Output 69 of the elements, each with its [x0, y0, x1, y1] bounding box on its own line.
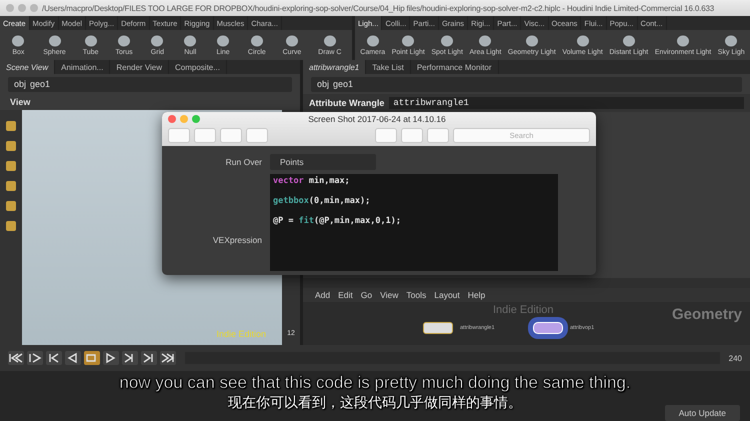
window-title: /Users/macpro/Desktop/FILES TOO LARGE FOR DROPBOX/houdini-exploring-sop-solver/Course/04_Hip files/houdini-exploring-sop-solver-m2-c2.hiplc - Houdini Indie Limited-Commercial 16.0.633 [42, 4, 714, 12]
pane-tab[interactable]: attribwrangle1 [303, 60, 366, 74]
playback-button[interactable] [141, 351, 157, 365]
path-crumb[interactable]: obj [317, 79, 330, 89]
tool-icon [322, 34, 338, 48]
network-node[interactable] [423, 322, 453, 334]
edition-watermark: Indie Edition [216, 329, 266, 339]
tool-icon [82, 34, 99, 48]
tool-icon [46, 34, 63, 48]
menu-item[interactable]: Help [468, 290, 486, 300]
tool-icon [675, 34, 692, 48]
tool-icon [620, 34, 637, 48]
run-over-dropdown[interactable]: Points [270, 154, 376, 170]
tool-icon[interactable] [5, 200, 17, 212]
tool-icon [477, 34, 494, 48]
pane-tab[interactable]: Scene View [0, 60, 56, 74]
tool-icon[interactable] [5, 220, 17, 232]
tool-icon [364, 34, 381, 48]
node-type-label: Attribute Wrangle [309, 98, 384, 108]
tool-icon [723, 34, 740, 48]
close-button[interactable] [168, 114, 176, 122]
menu-item[interactable]: Tools [406, 290, 426, 300]
viewer-title: View [10, 97, 30, 107]
playback-button[interactable] [27, 351, 43, 365]
field-label: VEXpression [212, 235, 262, 245]
tool-icon[interactable] [5, 160, 17, 172]
context-label: Geometry [672, 306, 742, 323]
path-crumb[interactable]: geo1 [333, 79, 354, 89]
menu-item[interactable]: Add [315, 290, 330, 300]
menu-item[interactable]: Edit [338, 290, 353, 300]
menu-item[interactable]: View [380, 290, 398, 300]
tool-icon [116, 34, 132, 48]
tool-icon[interactable] [5, 120, 17, 132]
tool-icon[interactable] [5, 180, 17, 192]
code-editor[interactable]: vector min,max; getbbox(0,min,max); @P = fit(@P,min,max,0,1); [270, 174, 558, 271]
tool-icon[interactable] [5, 140, 17, 152]
playback-button[interactable] [8, 351, 24, 365]
path-crumb[interactable]: geo1 [30, 79, 50, 89]
end-frame-field[interactable]: 240 [728, 354, 742, 362]
tool-icon [284, 34, 300, 48]
tool-icon [10, 34, 26, 48]
edition-watermark: Indie Edition [493, 304, 554, 316]
window-title: Screen Shot 2017-06-24 at 14.10.16 [307, 114, 447, 124]
tool-icon [574, 34, 591, 48]
tool-icon [215, 34, 232, 48]
tool-icon [400, 34, 416, 48]
playback-button[interactable] [103, 351, 119, 365]
field-label: Run Over [224, 157, 262, 167]
tool-icon [524, 34, 540, 48]
pane-tab[interactable]: Performance Monitor [410, 60, 499, 74]
pane-tab[interactable]: Take List [366, 60, 411, 74]
pane-tab[interactable]: Render View [110, 60, 170, 74]
subtitle: now you can see that this code is pretty much doing the same thing. [119, 373, 631, 393]
playback-button[interactable] [46, 351, 62, 365]
tool-icon [248, 34, 265, 48]
menu-item[interactable]: Layout [434, 290, 460, 300]
tool-icon [149, 34, 166, 48]
playback-button[interactable] [65, 351, 81, 365]
subtitle: 现在你可以看到，这段代码几乎做同样的事情。 [228, 394, 522, 412]
node-name-field[interactable]: attribwrangle1 [389, 97, 744, 109]
tool-icon [182, 34, 198, 48]
path-crumb[interactable]: obj [14, 79, 26, 89]
playback-button[interactable] [122, 351, 138, 365]
menu-item[interactable]: Go [360, 290, 372, 300]
pane-tab[interactable]: Composite... [169, 60, 227, 74]
auto-update-button[interactable]: Auto Update [664, 405, 740, 421]
pane-tab[interactable]: Animation... [55, 60, 110, 74]
playback-button[interactable] [160, 351, 176, 365]
tool-icon [439, 34, 456, 48]
